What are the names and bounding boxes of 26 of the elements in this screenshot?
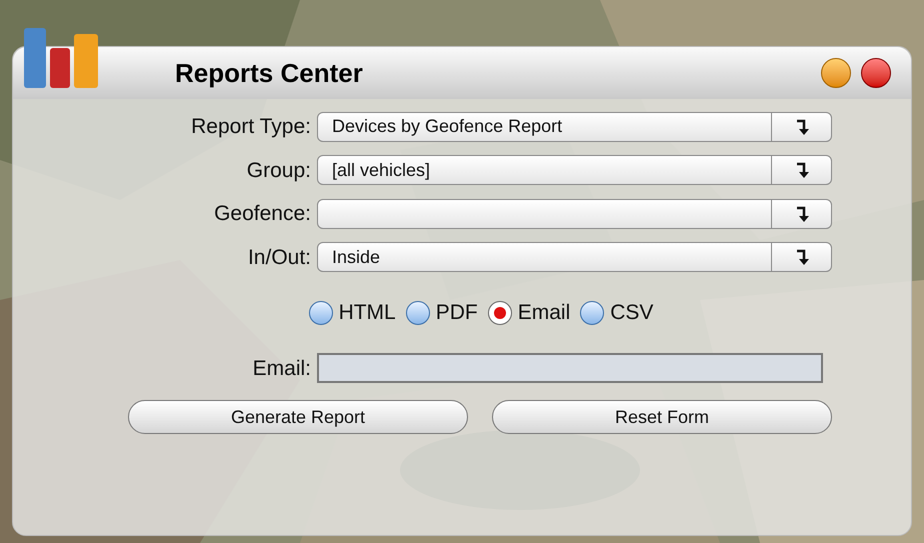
radio-button[interactable] <box>488 300 512 325</box>
radio-label: HTML <box>338 300 396 326</box>
form-button[interactable]: Generate Report <box>128 400 468 434</box>
close-button[interactable] <box>861 58 891 88</box>
dropdown-value: [all vehicles] <box>331 158 432 182</box>
dropdown[interactable]: Inside <box>317 242 832 272</box>
form-button[interactable]: Reset Form <box>492 400 832 434</box>
radio-label: CSV <box>610 300 654 326</box>
dropdown[interactable]: Devices by Geofence Report <box>317 112 832 142</box>
dropdown[interactable] <box>317 198 832 229</box>
radio-label: PDF <box>436 300 478 326</box>
minimize-button[interactable] <box>821 58 851 88</box>
radio-button[interactable] <box>580 300 604 325</box>
radio-button[interactable] <box>308 300 333 325</box>
radio-button[interactable] <box>406 300 430 325</box>
email-field[interactable] <box>317 353 823 384</box>
email-label: Email: <box>252 356 312 382</box>
dropdown-value: Devices by Geofence Report <box>331 115 564 138</box>
radio-label: Email <box>518 300 570 326</box>
field-label: Geofence: <box>213 201 312 227</box>
field-label: Report Type: <box>190 114 312 140</box>
window-title: Reports Center <box>175 56 363 90</box>
dropdown[interactable]: [all vehicles] <box>317 155 832 186</box>
field-label: Group: <box>246 158 312 184</box>
field-label: In/Out: <box>246 244 312 270</box>
dropdown-value: Inside <box>331 246 382 269</box>
